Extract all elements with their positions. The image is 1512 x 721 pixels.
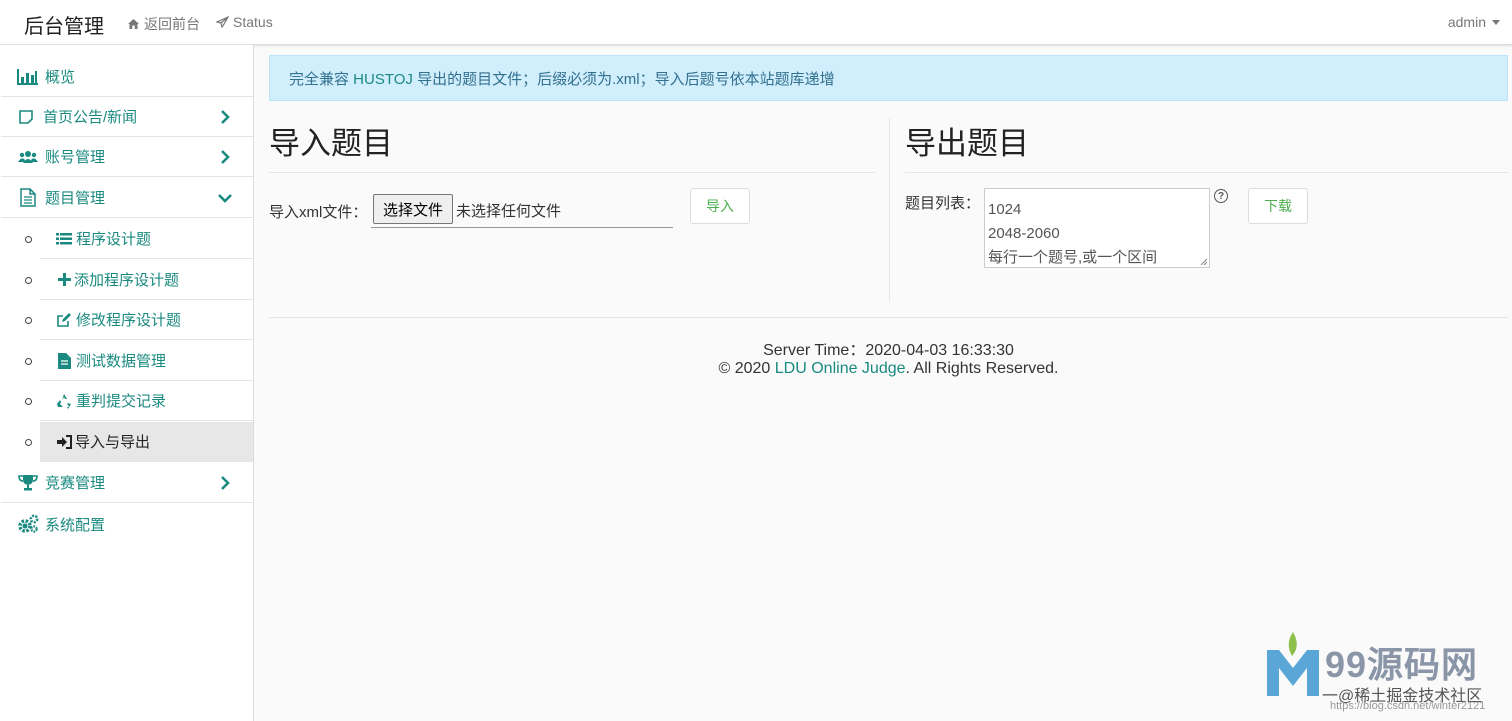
sidebar-item-overview[interactable]: 概览	[1, 57, 253, 97]
watermark-title: 99源码网	[1325, 644, 1479, 685]
import-title: 导入题目	[269, 126, 393, 161]
sidebar-item-contests[interactable]: 竞赛管理	[1, 463, 253, 503]
server-time-label: Server Time：	[763, 342, 866, 359]
gears-icon	[17, 514, 39, 533]
export-divider	[905, 172, 1508, 173]
home-icon	[128, 19, 139, 29]
subitem-label: 程序设计题	[76, 231, 152, 248]
resize-handle-icon[interactable]	[1200, 258, 1207, 265]
trophy-icon	[17, 474, 39, 492]
subitem-label: 测试数据管理	[76, 353, 167, 370]
subitem-label: 添加程序设计题	[74, 272, 180, 289]
sidebar-item-label: 竞赛管理	[45, 475, 106, 492]
sidebar-item-label: 概览	[45, 69, 76, 86]
subitem-edit-problem[interactable]: 修改程序设计题	[40, 300, 253, 340]
file-text-icon	[17, 188, 39, 207]
problem-list-textarea[interactable]: 1024 2048-2060 每行一个题号,或一个区间	[984, 188, 1210, 268]
server-time: Server Time：2020-04-03 16:33:30	[269, 336, 1508, 360]
import-file-label: 导入xml文件：	[269, 204, 368, 221]
watermark-url: https://blog.csdn.net/winter2121	[1330, 700, 1486, 712]
chevron-right-icon	[221, 110, 230, 124]
sidebar-item-label: 题目管理	[45, 190, 106, 207]
subitem-programming-problems[interactable]: 程序设计题	[40, 219, 253, 259]
chevron-down-icon	[218, 194, 232, 203]
sign-in-icon	[56, 434, 72, 450]
plus-icon	[56, 272, 72, 288]
copyright-prefix: © 2020	[718, 360, 775, 377]
edit-icon	[56, 312, 72, 328]
sidebar-item-label: 账号管理	[45, 149, 106, 166]
download-button[interactable]: 下载	[1248, 188, 1308, 224]
sidebar-item-settings[interactable]: 系统配置	[1, 504, 253, 544]
list-bullet	[25, 358, 32, 365]
file-status-text: 未选择任何文件	[456, 203, 562, 220]
home-link-label: 返回前台	[144, 16, 200, 32]
help-icon[interactable]: ?	[1214, 189, 1228, 203]
user-menu[interactable]: admin	[1448, 14, 1500, 30]
column-divider	[889, 118, 890, 301]
footer-divider	[269, 317, 1508, 318]
subitem-label: 导入与导出	[75, 434, 151, 451]
list-bullet	[25, 439, 32, 446]
home-link[interactable]: 返回前台	[127, 14, 200, 34]
top-navbar: 后台管理 返回前台 Status admin	[0, 0, 1512, 45]
sidebar-item-news[interactable]: 首页公告/新闻	[1, 97, 253, 137]
placeholder-line: 每行一个题号,或一个区间	[988, 249, 1158, 266]
square-icon	[15, 108, 37, 126]
list-icon	[56, 231, 72, 247]
list-bullet	[25, 236, 32, 243]
subitem-label: 修改程序设计题	[76, 312, 182, 329]
site-link[interactable]: LDU Online Judge	[775, 360, 906, 377]
username: admin	[1447, 14, 1486, 30]
status-link-label: Status	[233, 14, 273, 30]
recycle-icon	[56, 393, 72, 409]
alert-prefix: 完全兼容	[289, 71, 354, 88]
choose-file-button[interactable]: 选择文件	[373, 194, 453, 224]
sidebar-item-label: 首页公告/新闻	[43, 109, 138, 126]
export-title: 导出题目	[905, 126, 1029, 161]
watermark-logo-icon	[1267, 632, 1319, 696]
status-link[interactable]: Status	[216, 14, 273, 30]
subitem-label: 重判提交记录	[76, 393, 167, 410]
list-bullet	[25, 398, 32, 405]
bar-chart-icon	[17, 68, 39, 86]
copyright: © 2020 LDU Online Judge. All Rights Rese…	[269, 360, 1508, 378]
subitem-test-data[interactable]: 测试数据管理	[40, 341, 253, 381]
chevron-right-icon	[221, 150, 230, 164]
brand-title[interactable]: 后台管理	[24, 10, 104, 39]
chevron-right-icon	[221, 476, 230, 490]
sidebar-item-problems[interactable]: 题目管理	[1, 178, 253, 218]
sidebar-item-label: 系统配置	[45, 516, 106, 534]
subitem-import-export[interactable]: 导入与导出	[40, 422, 253, 462]
list-bullet	[25, 277, 32, 284]
placeholder-line: 2048-2060	[988, 225, 1060, 242]
problem-list-label: 题目列表：	[905, 195, 981, 212]
placeholder-line: 1024	[988, 201, 1022, 218]
import-divider	[269, 172, 875, 173]
subitem-add-problem[interactable]: 添加程序设计题	[40, 260, 253, 300]
server-time-value: 2020-04-03 16:33:30	[865, 342, 1014, 359]
import-button[interactable]: 导入	[690, 188, 750, 224]
list-bullet	[25, 317, 32, 324]
alert-highlight: HUSTOJ	[353, 71, 413, 88]
caret-down-icon	[1492, 19, 1500, 25]
sidebar: 概览 首页公告/新闻 账号管理 题目管理 程序设计题 添加程序设计题 修改程序设…	[0, 45, 254, 721]
alert-suffix: 导出的题目文件；后缀必须为.xml；导入后题号依本站题库递增	[412, 71, 835, 88]
file-input-underline	[371, 227, 673, 228]
file-icon	[56, 352, 72, 369]
users-icon	[17, 148, 39, 166]
copyright-suffix: . All Rights Reserved.	[905, 360, 1059, 377]
info-alert: 完全兼容 HUSTOJ 导出的题目文件；后缀必须为.xml；导入后题号依本站题库…	[269, 55, 1508, 101]
paper-plane-icon	[216, 16, 229, 28]
subitem-rejudge[interactable]: 重判提交记录	[40, 381, 253, 421]
sidebar-item-accounts[interactable]: 账号管理	[1, 137, 253, 177]
